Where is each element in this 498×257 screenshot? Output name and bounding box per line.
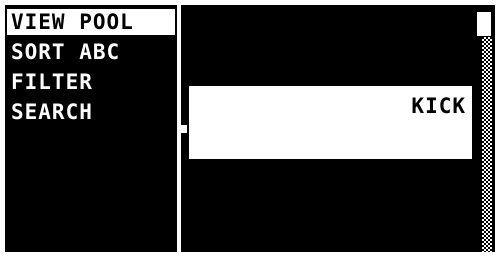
scrollbar-track[interactable] [482,37,492,252]
device-screen: VIEW POOL SORT ABC FILTER SEARCH KICK [5,5,495,252]
menu-item-view-pool[interactable]: VIEW POOL [7,9,175,35]
menu-item-search[interactable]: SEARCH [7,99,175,125]
scrollbar-thumb[interactable] [477,12,491,36]
list-item[interactable]: KICK [411,94,466,118]
sample-list-selection[interactable]: KICK [189,86,472,159]
focus-indicator-icon [181,125,187,133]
menu-item-sort-abc[interactable]: SORT ABC [7,39,175,65]
menu-item-filter[interactable]: FILTER [7,69,175,95]
menu-panel: VIEW POOL SORT ABC FILTER SEARCH [5,5,177,252]
